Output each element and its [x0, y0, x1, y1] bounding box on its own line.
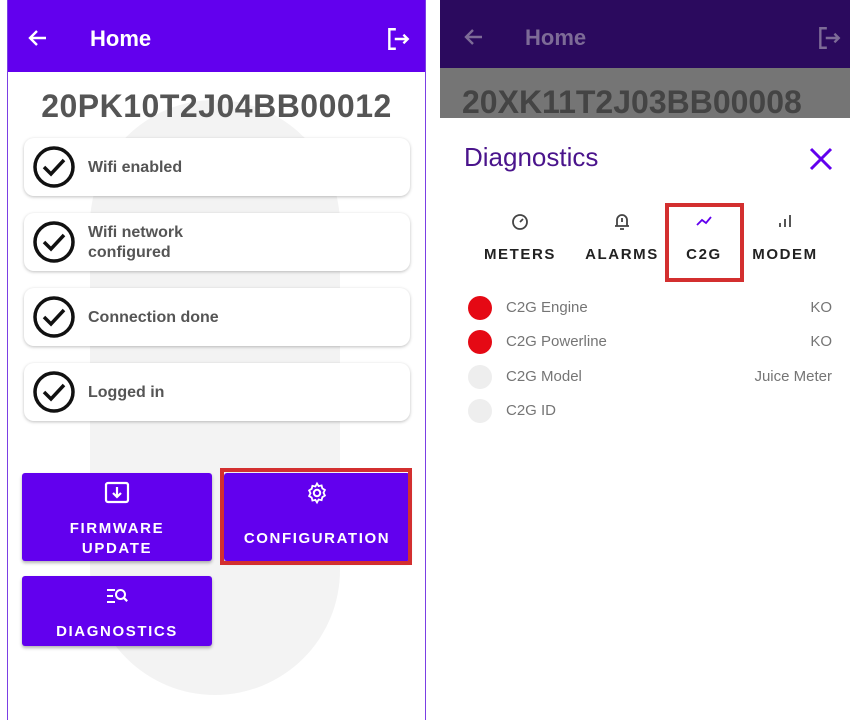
- device-serial: 20PK10T2J04BB00012: [41, 88, 392, 124]
- status-row-c2g-engine: C2G Engine KO: [468, 292, 832, 322]
- tab-alarms[interactable]: ALARMS: [581, 210, 663, 263]
- status-dot: [468, 399, 492, 423]
- device-serial: 20XK11T2J03BB00008: [462, 84, 802, 118]
- diagnostics-label: DIAGNOSTICS: [56, 623, 178, 640]
- tab-meters[interactable]: METERS: [479, 210, 561, 263]
- step-wifi-network: Wifi network configured: [24, 213, 410, 271]
- step-label: Wifi network configured: [88, 224, 183, 261]
- arrow-left-icon: [464, 29, 482, 45]
- status-dot: [468, 330, 492, 354]
- signal-bars-icon: [779, 215, 791, 227]
- check-circle-icon: [33, 146, 75, 188]
- step-label: Connection done: [88, 309, 219, 326]
- status-name: C2G Model: [506, 368, 582, 385]
- status-row-c2g-powerline: C2G Powerline KO: [468, 326, 832, 356]
- app-bar-title: Home: [525, 25, 587, 50]
- step-label: Wifi enabled: [88, 159, 183, 176]
- tab-modem[interactable]: MODEM: [744, 210, 826, 263]
- dimmed-serial-bar: 20XK11T2J03BB00008: [440, 68, 850, 118]
- tab-label: ALARMS: [585, 246, 659, 263]
- status-name: C2G Powerline: [506, 333, 607, 350]
- c2g-tab-highlight: [665, 203, 744, 282]
- step-logged-in: Logged in: [24, 363, 410, 421]
- status-value: Juice Meter: [754, 368, 832, 385]
- logout-icon: [819, 27, 841, 49]
- diagnostics-screen: Home 20XK11T2J03BB00008 Diagnostics METE…: [440, 0, 850, 720]
- download-box-icon: [104, 481, 130, 504]
- app-bar-dimmed: Home: [440, 0, 850, 68]
- check-circle-icon: [33, 221, 75, 263]
- status-dot: [468, 296, 492, 320]
- step-label: Logged in: [88, 384, 165, 401]
- alarm-bell-icon: [615, 214, 629, 230]
- app-bar: Home: [8, 0, 425, 72]
- logout-icon[interactable]: [385, 26, 411, 52]
- status-name: C2G Engine: [506, 299, 588, 316]
- list-search-icon: [107, 589, 128, 603]
- status-row-c2g-id: C2G ID: [468, 395, 832, 425]
- firmware-update-button[interactable]: FIRMWARE UPDATE: [22, 473, 212, 561]
- status-value: KO: [810, 333, 832, 350]
- firmware-label-line1: FIRMWARE: [69, 520, 165, 537]
- firmware-label-line2: UPDATE: [81, 540, 153, 557]
- configuration-highlight: [220, 468, 412, 565]
- status-value: KO: [810, 299, 832, 316]
- app-bar-title: Home: [90, 26, 152, 51]
- check-circle-icon: [33, 296, 75, 338]
- gauge-icon: [512, 214, 528, 230]
- close-icon[interactable]: [808, 146, 834, 172]
- step-connection-done: Connection done: [24, 288, 410, 346]
- dialog-title: Diagnostics: [464, 142, 599, 172]
- arrow-left-icon[interactable]: [26, 26, 50, 50]
- check-circle-icon: [33, 371, 75, 413]
- home-screen: Home 20PK10T2J04BB00012 Wifi enabled Wif…: [7, 0, 426, 720]
- tab-label: METERS: [483, 246, 557, 263]
- diagnostics-button[interactable]: DIAGNOSTICS: [22, 576, 212, 646]
- step-wifi-enabled: Wifi enabled: [24, 138, 410, 196]
- tab-label: MODEM: [752, 246, 818, 263]
- status-name: C2G ID: [506, 402, 557, 419]
- status-dot: [468, 365, 492, 389]
- status-row-c2g-model: C2G Model Juice Meter: [468, 361, 832, 391]
